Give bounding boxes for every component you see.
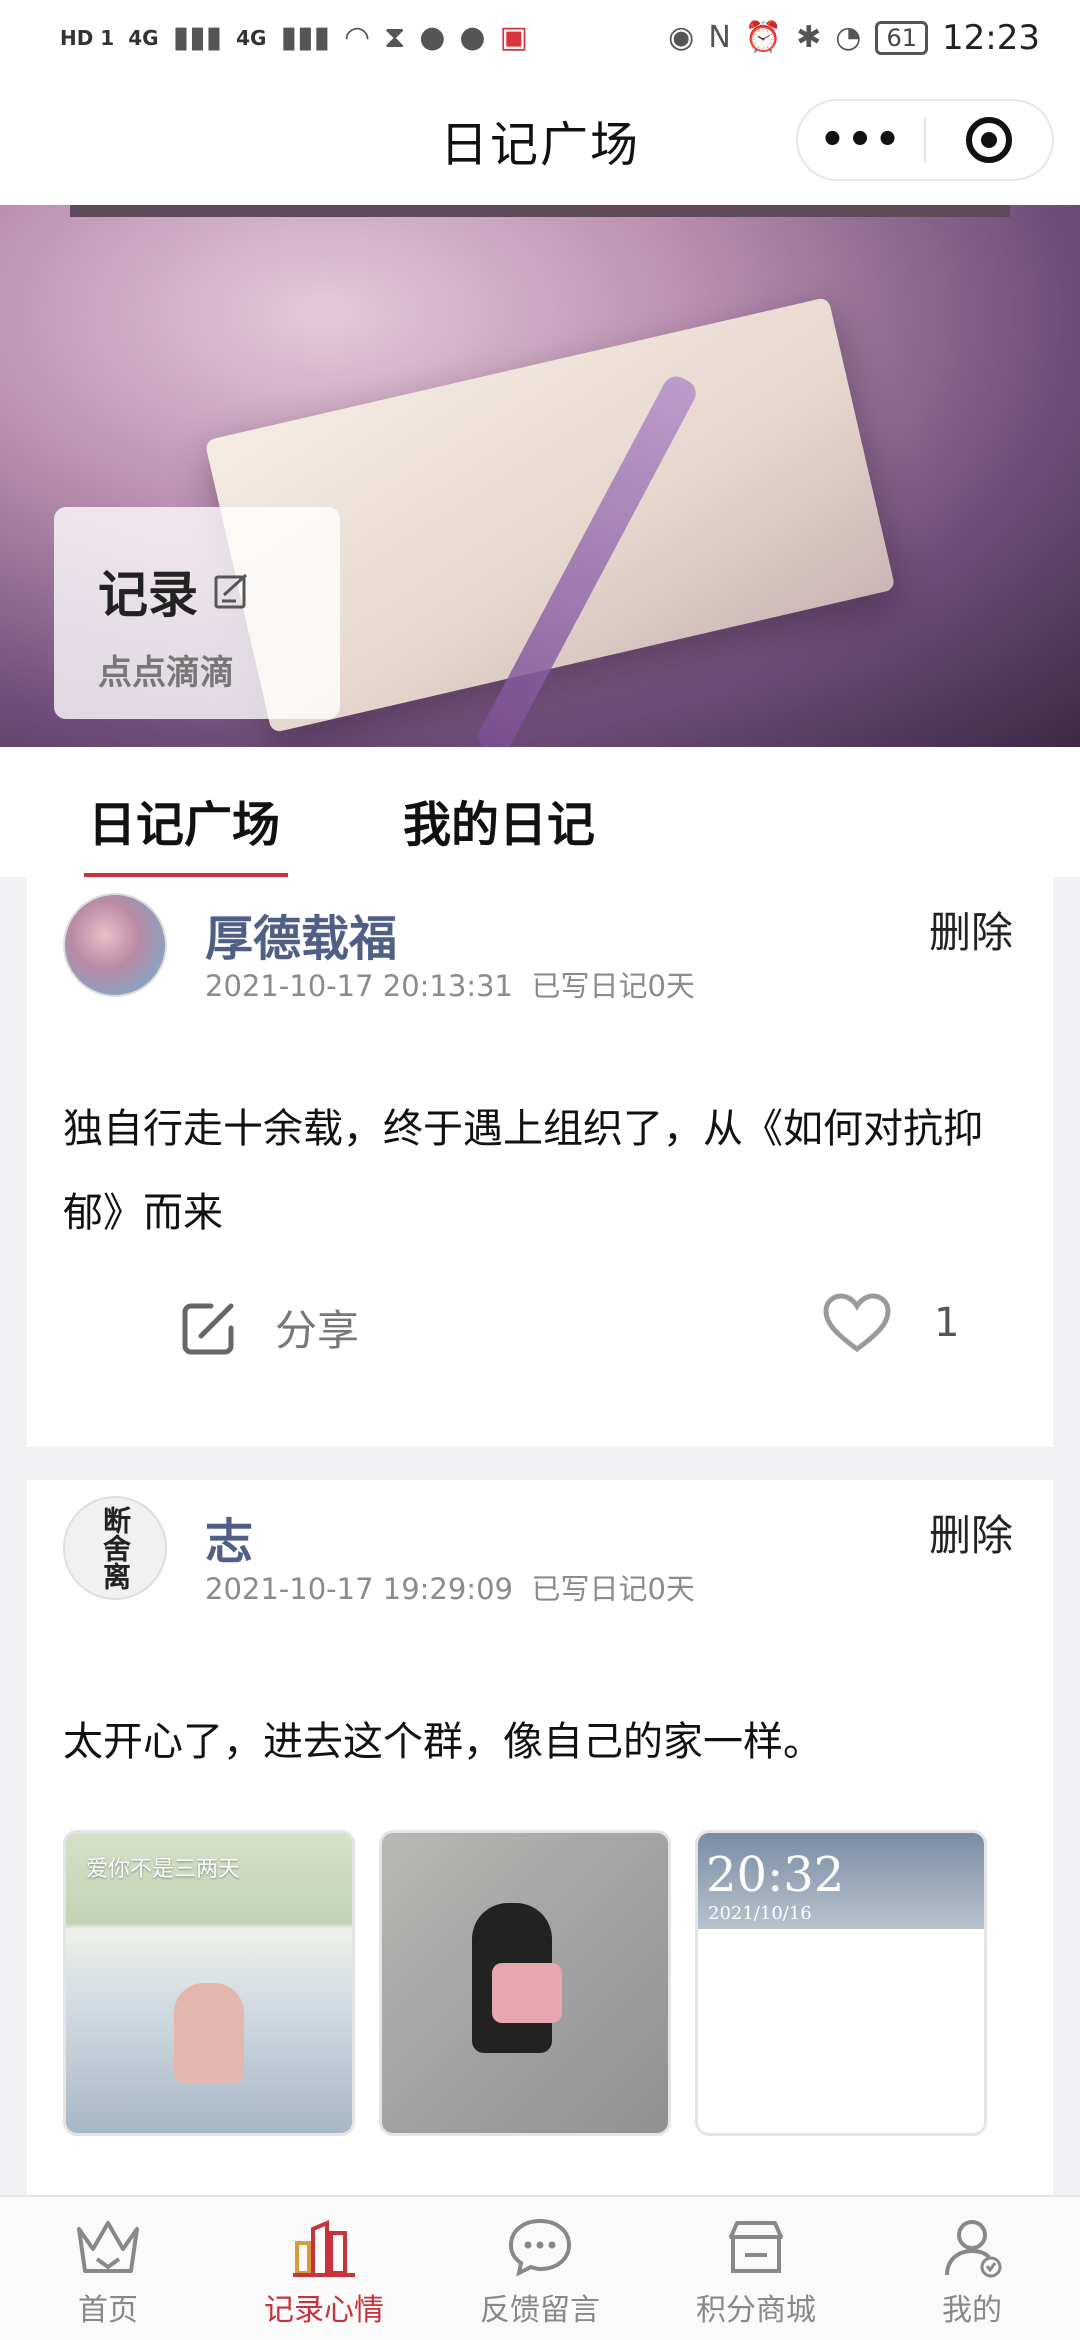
signal-icon: ▮▮▮ — [172, 20, 223, 55]
title-bar: 日记广场 ••• — [0, 75, 1080, 205]
message-icon: ● — [459, 20, 486, 55]
user-icon — [945, 2220, 1002, 2278]
post-timestamp: 2021-10-17 19:29:09 — [205, 1572, 513, 1606]
diary-tabs: 日记广场 我的日记 — [0, 747, 1080, 877]
nav-label: 记录心情 — [264, 2293, 384, 2328]
avatar[interactable]: 断舍离 — [63, 1496, 167, 1600]
post-content: 太开心了，进去这个群，像自己的家一样。 — [63, 1719, 823, 1765]
post-days-written: 已写日记0天 — [531, 1572, 695, 1606]
alarm-icon: ⏰ — [744, 20, 783, 55]
nav-feedback[interactable]: 反馈留言 — [432, 2197, 648, 2340]
hourglass-icon: ⧗ — [384, 20, 406, 55]
gift-icon: ▣ — [499, 20, 528, 55]
network-4g-label-2: 4G — [236, 25, 267, 50]
delete-button[interactable]: 删除 — [929, 899, 1013, 960]
nav-record-mood[interactable]: 记录心情 — [216, 2197, 432, 2340]
nav-mine[interactable]: 我的 — [864, 2197, 1080, 2340]
nav-label: 我的 — [942, 2293, 1002, 2328]
badge-subtitle: 点点滴滴 — [98, 653, 234, 693]
wifi-icon: ◠ — [343, 20, 371, 55]
status-right: ◉ N ⏰ ✱ ◔ 61 12:23 — [668, 18, 1040, 58]
tab-diary-square[interactable]: 日记广场 — [88, 785, 280, 855]
nav-points-mall[interactable]: 积分商城 — [648, 2197, 864, 2340]
badge-title: 记录 — [98, 566, 198, 624]
nav-home[interactable]: 首页 — [0, 2197, 216, 2340]
avatar[interactable] — [63, 893, 167, 997]
post-image-thumbnail[interactable] — [379, 1830, 671, 2136]
child-photo — [174, 1983, 244, 2083]
close-program-button[interactable] — [926, 117, 1052, 163]
speed-icon: ◔ — [835, 20, 862, 55]
clock-time: 12:23 — [942, 17, 1040, 58]
mini-program-capsule: ••• — [796, 99, 1054, 181]
battery-indicator: 61 — [875, 20, 929, 55]
share-button[interactable]: 分享 — [179, 1297, 359, 1358]
thumbnail-caption: 爱你不是三两天 — [86, 1857, 241, 1882]
target-icon — [966, 117, 1012, 163]
post-image-thumbnail[interactable]: 20:32 2021/10/16 — [695, 1830, 987, 2136]
heart-icon — [823, 1293, 891, 1353]
signal-icon-2: ▮▮▮ — [280, 20, 330, 55]
like-button[interactable]: 1 — [822, 1293, 959, 1353]
nav-label: 首页 — [78, 2293, 138, 2328]
hero-banner: 记录 点点滴滴 — [0, 205, 1080, 747]
nav-label: 反馈留言 — [480, 2293, 600, 2328]
chat-bubble-icon — [508, 2218, 572, 2277]
post-content: 独自行走十余载，终于遇上组织了，从《如何对抗抑郁》而来 — [63, 1106, 983, 1236]
delete-button[interactable]: 删除 — [929, 1502, 1013, 1563]
child-jacket — [492, 1963, 562, 2023]
banner-badge: 记录 点点滴滴 — [54, 507, 340, 719]
crown-icon — [77, 2221, 139, 2273]
bottom-nav: 首页 记录心情 反馈留言 积分商城 我的 — [0, 2195, 1080, 2340]
avatar-text: 断舍离 — [99, 1506, 132, 1590]
post-meta: 2021-10-17 20:13:31 已写日记0天 — [205, 963, 695, 1005]
store-icon — [729, 2221, 783, 2273]
banner-top-strip — [70, 205, 1010, 217]
page-title: 日记广场 — [439, 117, 640, 173]
badge-title-row: 记录 — [98, 555, 340, 627]
tab-my-diary[interactable]: 我的日记 — [403, 785, 595, 855]
bluetooth-icon: ✱ — [796, 20, 822, 55]
app-icon: ● — [419, 20, 446, 55]
post-images: 爱你不是三两天 20:32 2021/10/16 — [63, 1830, 987, 2136]
nav-label: 积分商城 — [696, 2293, 816, 2328]
post-card: 断舍离 志 2021-10-17 19:29:09 已写日记0天 删除 太开心了… — [27, 1480, 1053, 2195]
share-label: 分享 — [275, 1306, 360, 1355]
post-meta: 2021-10-17 19:29:09 已写日记0天 — [205, 1566, 695, 1608]
network-4g-label: 4G — [128, 25, 159, 50]
status-bar: HD 1 4G ▮▮▮ 4G ▮▮▮ ◠ ⧗ ● ● ▣ ◉ N ⏰ ✱ ◔ 6… — [0, 0, 1080, 75]
lockscreen-clock: 20:32 — [706, 1847, 845, 1903]
post-days-written: 已写日记0天 — [531, 969, 695, 1003]
edit-icon — [214, 573, 248, 609]
books-icon — [293, 2219, 355, 2277]
like-count: 1 — [934, 1300, 960, 1346]
post-username[interactable]: 厚德载福 — [205, 899, 397, 969]
more-menu-button[interactable]: ••• — [798, 117, 924, 163]
sim1-label: HD 1 — [60, 25, 115, 50]
status-left: HD 1 4G ▮▮▮ 4G ▮▮▮ ◠ ⧗ ● ● ▣ — [60, 20, 528, 55]
post-timestamp: 2021-10-17 20:13:31 — [205, 969, 513, 1003]
nfc-icon: N — [708, 20, 731, 55]
eye-icon: ◉ — [668, 20, 695, 55]
post-username[interactable]: 志 — [205, 1502, 253, 1572]
share-edit-icon — [182, 1303, 234, 1354]
lockscreen-date: 2021/10/16 — [708, 1903, 812, 1924]
post-image-thumbnail[interactable]: 爱你不是三两天 — [63, 1830, 355, 2136]
post-card: 厚德载福 2021-10-17 20:13:31 已写日记0天 删除 独自行走十… — [27, 877, 1053, 1447]
